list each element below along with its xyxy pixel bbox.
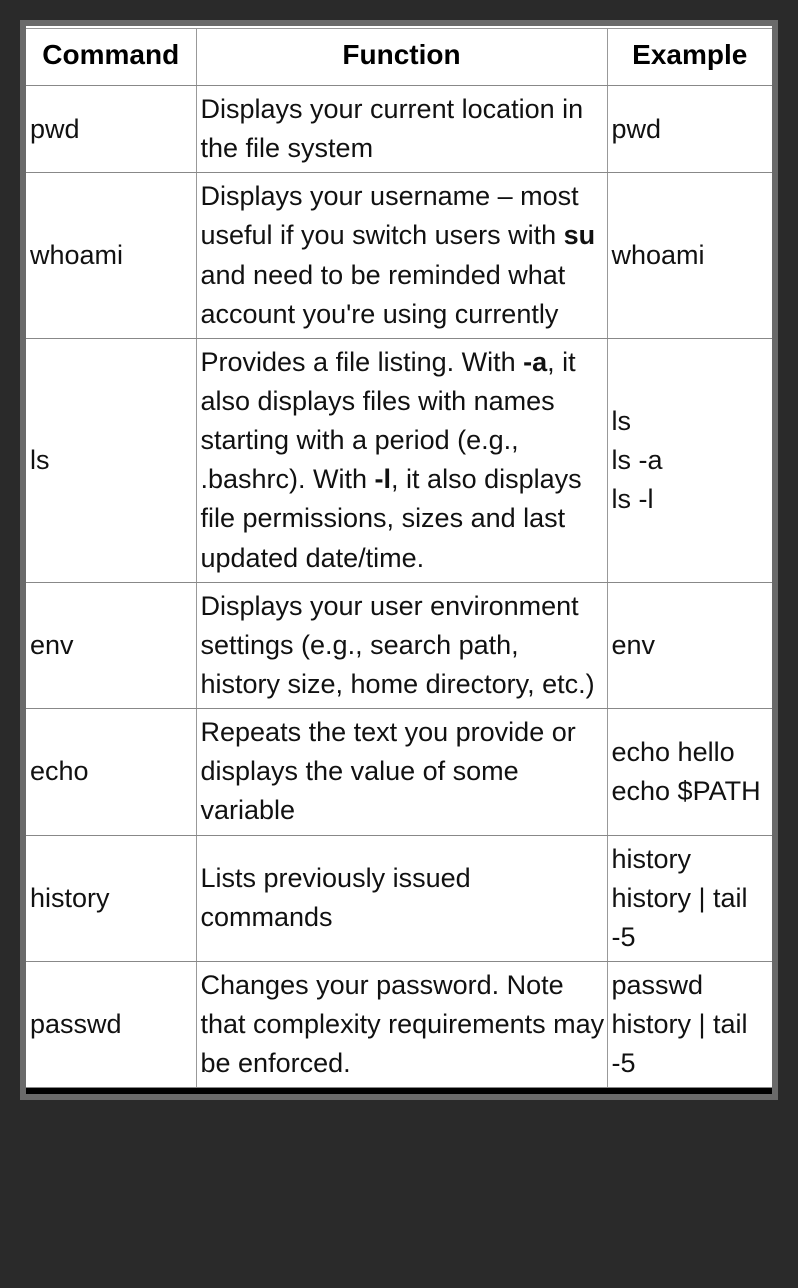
cell-command: ls [26, 338, 196, 582]
cell-function: Displays your user environment settings … [196, 582, 607, 708]
cell-function: Provides a file listing. With -a, it als… [196, 338, 607, 582]
commands-table: Command Function Example pwd Displays yo… [26, 28, 772, 1088]
cell-command: env [26, 582, 196, 708]
table-frame: Command Function Example pwd Displays yo… [20, 20, 778, 1100]
table-row: history Lists previously issued commands… [26, 835, 772, 961]
cell-example: passwdhistory | tail -5 [607, 961, 772, 1087]
cell-example: lsls -als -l [607, 338, 772, 582]
table-row: whoami Displays your username – most use… [26, 173, 772, 339]
cell-example: env [607, 582, 772, 708]
cell-function: Displays your username – most useful if … [196, 173, 607, 339]
cell-function: Changes your password. Note that complex… [196, 961, 607, 1087]
cell-example: pwd [607, 86, 772, 173]
cell-example: whoami [607, 173, 772, 339]
cell-example: echo helloecho $PATH [607, 709, 772, 835]
table-inner: Command Function Example pwd Displays yo… [26, 26, 772, 1094]
cell-command: pwd [26, 86, 196, 173]
cell-function: Displays your current location in the fi… [196, 86, 607, 173]
table-row: env Displays your user environment setti… [26, 582, 772, 708]
cell-command: history [26, 835, 196, 961]
table-row: passwd Changes your password. Note that … [26, 961, 772, 1087]
cell-function: Lists previously issued commands [196, 835, 607, 961]
header-example: Example [607, 29, 772, 86]
table-body: pwd Displays your current location in th… [26, 86, 772, 1088]
cell-command: echo [26, 709, 196, 835]
header-row: Command Function Example [26, 29, 772, 86]
table-row: ls Provides a file listing. With -a, it … [26, 338, 772, 582]
table-row: pwd Displays your current location in th… [26, 86, 772, 173]
cell-example: historyhistory | tail -5 [607, 835, 772, 961]
cell-command: whoami [26, 173, 196, 339]
cell-function: Repeats the text you provide or displays… [196, 709, 607, 835]
header-function: Function [196, 29, 607, 86]
bottom-border [26, 1088, 772, 1094]
cell-command: passwd [26, 961, 196, 1087]
table-row: echo Repeats the text you provide or dis… [26, 709, 772, 835]
header-command: Command [26, 29, 196, 86]
